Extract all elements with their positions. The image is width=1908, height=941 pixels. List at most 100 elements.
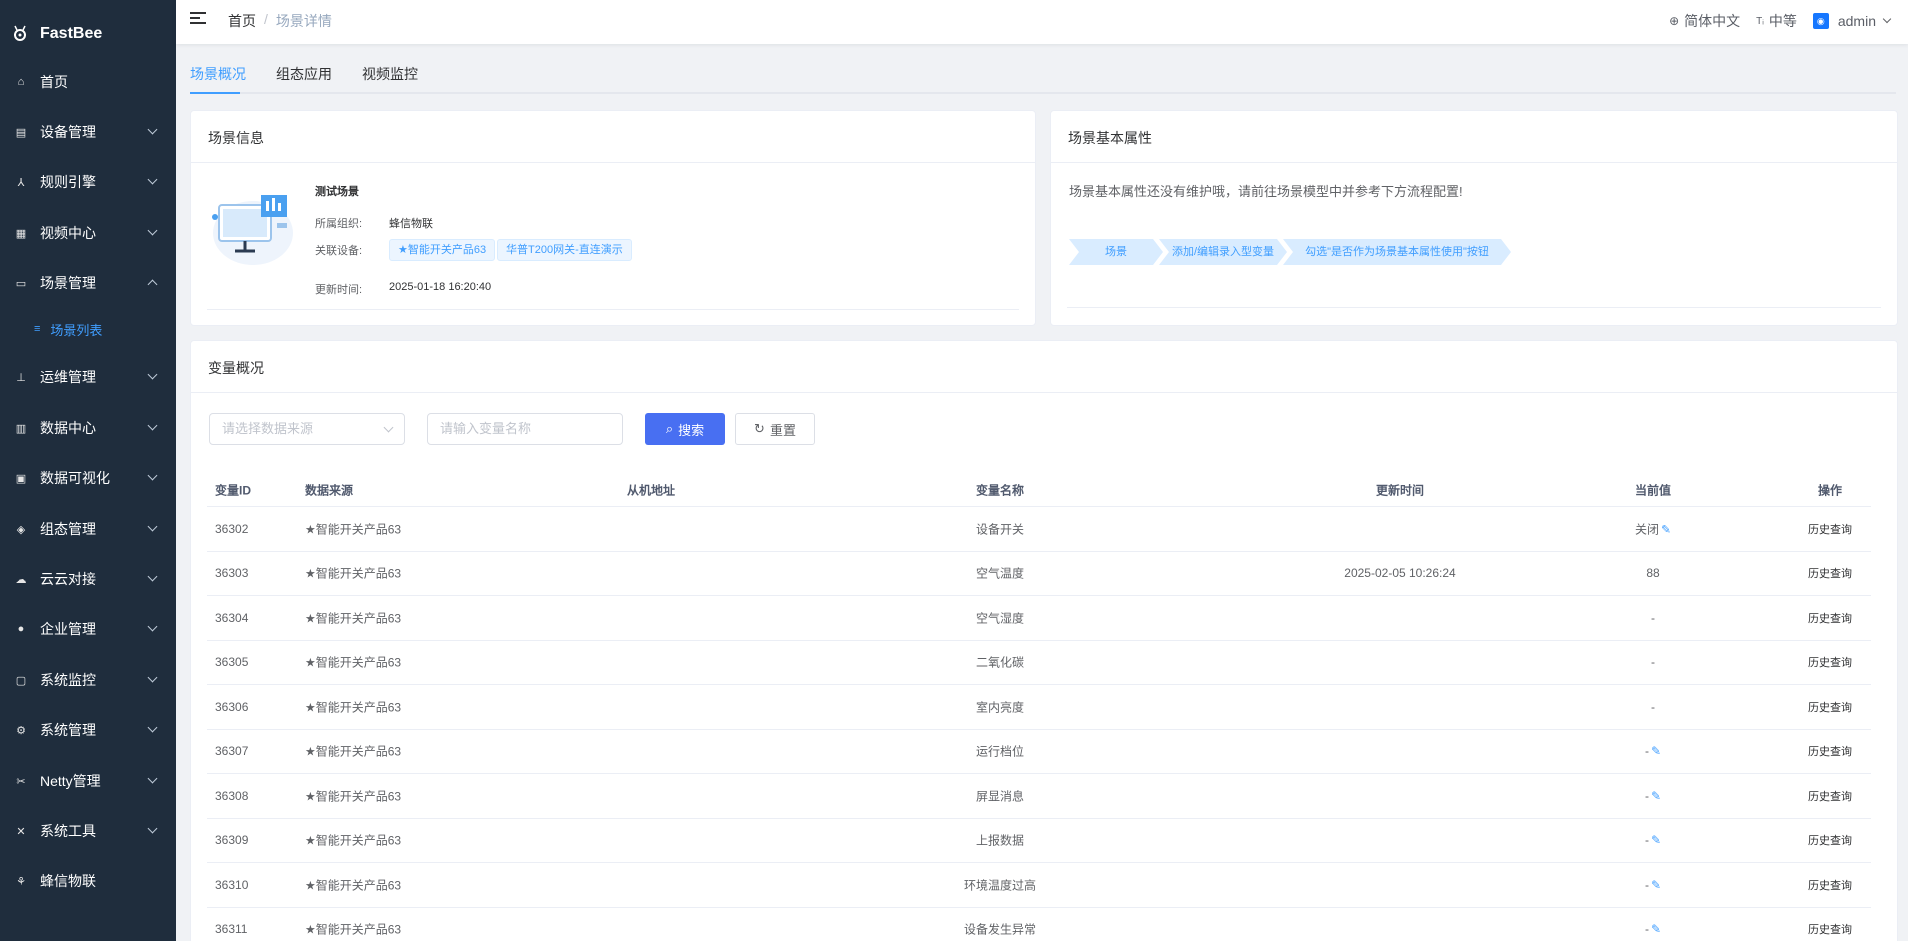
cell-source: ★智能开关产品63 (305, 522, 402, 537)
cell-id: 36309 (215, 833, 249, 848)
breadcrumb-home[interactable]: 首页 (228, 11, 256, 31)
chevron-down-icon (1882, 14, 1892, 24)
current-value: - (1644, 877, 1649, 892)
search-label: 搜索 (678, 422, 705, 438)
history-query-link[interactable]: 历史查询 (1808, 743, 1852, 759)
cell-source: ★智能开关产品63 (305, 833, 402, 848)
variable-name-input[interactable]: 请输入变量名称 (427, 413, 623, 445)
chevron-down-icon (147, 571, 158, 582)
user-dropdown[interactable]: ◉ admin (1812, 13, 1892, 29)
sidebar-item[interactable]: ⚙ 系统管理 (0, 712, 176, 748)
tab-video[interactable]: 视频监控 (362, 64, 418, 84)
sidebar: FastBee ⌂ 首页 ▤ 设备管理 ⅄ 规则引擎 ▦ 视频中心 ▭ 场景管理 ⊥ 运维管理 ▥ 数据中… (0, 0, 176, 941)
sidebar-item[interactable]: ⚘ 蜂信物联 (0, 863, 176, 899)
chevron-down-icon (147, 369, 158, 380)
size-select[interactable]: Tᵢ 中等 (1756, 11, 1797, 31)
source-select[interactable]: 请选择数据来源 (209, 413, 405, 445)
edit-icon[interactable]: ✎ (1651, 922, 1661, 936)
table-row: 36302 ★智能开关产品63 设备开关 关闭 ✎ 历史查询 (207, 507, 1871, 552)
edit-icon[interactable]: ✎ (1661, 522, 1671, 536)
sidebar-item[interactable]: ⅄ 规则引擎 (0, 164, 176, 200)
history-query-link[interactable]: 历史查询 (1808, 699, 1852, 715)
sidebar-item[interactable]: ▢ 系统监控 (0, 662, 176, 698)
sidebar-item[interactable]: ☁ 云云对接 (0, 561, 176, 597)
bee-icon: ⚘ (16, 875, 26, 888)
scene-attrs-message: 场景基本属性还没有维护哦，请前往场景模型中并参考下方流程配置! (1069, 184, 1463, 199)
sidebar-item[interactable]: ✕ 系统工具 (0, 813, 176, 849)
edit-icon[interactable]: ✎ (1651, 789, 1661, 803)
cell-source: ★智能开关产品63 (305, 611, 402, 626)
history-query-link[interactable]: 历史查询 (1808, 832, 1852, 848)
tools-icon: ✕ (16, 825, 26, 838)
chevron-down-icon (147, 470, 158, 481)
sidebar-item[interactable]: ▦ 视频中心 (0, 215, 176, 251)
current-value: - (1644, 833, 1649, 848)
table-row: 36303 ★智能开关产品63 空气温度 2025-02-05 10:26:24 88 历… (207, 552, 1871, 596)
cell-id: 36303 (215, 566, 249, 581)
chevron-down-icon (147, 722, 158, 733)
device-tag[interactable]: 华普T200网关-直连演示 (497, 239, 632, 261)
history-query-link[interactable]: 历史查询 (1808, 565, 1852, 581)
sidebar-item[interactable]: ◈ 组态管理 (0, 511, 176, 547)
edit-icon[interactable]: ✎ (1651, 833, 1661, 847)
sidebar-item[interactable]: ▤ 设备管理 (0, 114, 176, 150)
table-row: 36310 ★智能开关产品63 环境温度过高 - ✎ 历史查询 (207, 863, 1871, 908)
avatar: ◉ (1812, 13, 1829, 29)
sidebar-item[interactable]: ⊥ 运维管理 (0, 359, 176, 395)
table-row: 36306 ★智能开关产品63 室内亮度 - 历史查询 (207, 685, 1871, 730)
tab-overview[interactable]: 场景概况 (190, 64, 246, 84)
cell-time: 2025-02-05 10:26:24 (1344, 566, 1456, 581)
username: admin (1837, 13, 1876, 29)
list-icon: ≡ (34, 323, 41, 335)
cell-source: ★智能开关产品63 (305, 789, 402, 804)
table-header: 变量ID 数据来源 从机地址 变量名称 更新时间 当前值 操作 (207, 473, 1871, 507)
chevron-down-icon (147, 621, 158, 632)
sidebar-item[interactable]: ▥ 数据中心 (0, 410, 176, 446)
font-size-icon: Tᵢ (1756, 15, 1764, 27)
visual-icon: ▣ (15, 472, 27, 485)
chevron-down-icon (383, 422, 394, 433)
search-button[interactable]: ⌕ 搜索 (645, 413, 725, 445)
cell-id: 36311 (215, 922, 248, 937)
tab-active-indicator (190, 92, 240, 94)
home-icon: ⌂ (17, 76, 25, 88)
sidebar-subitem-scene-list[interactable]: ≡ 场景列表 (0, 311, 176, 347)
sidebar-item[interactable]: ▣ 数据可视化 (0, 460, 176, 496)
system-icon: ⚙ (16, 724, 26, 737)
device-tag[interactable]: ★智能开关产品63 (389, 239, 496, 261)
sidebar-item-label: 规则引擎 (40, 174, 96, 190)
history-query-link[interactable]: 历史查询 (1808, 921, 1852, 937)
table-row: 36308 ★智能开关产品63 屏显消息 - ✎ 历史查询 (207, 774, 1871, 819)
sidebar-item-label: 场景管理 (40, 275, 96, 291)
sidebar-item-label: Netty管理 (40, 773, 101, 789)
scene-info-title: 场景信息 (191, 111, 1035, 163)
logo[interactable]: FastBee (0, 0, 176, 68)
history-query-link[interactable]: 历史查询 (1808, 788, 1852, 804)
history-query-link[interactable]: 历史查询 (1808, 521, 1852, 537)
reset-button[interactable]: ↻ 重置 (735, 413, 815, 445)
cloud-icon: ☁ (15, 573, 27, 586)
sidebar-item-label: 数据中心 (40, 420, 96, 436)
data-icon: ▥ (15, 422, 27, 435)
table-row: 36305 ★智能开关产品63 二氧化碳 - 历史查询 (207, 641, 1871, 685)
rule-icon: ⅄ (17, 176, 25, 189)
column-header: 更新时间 (1375, 483, 1425, 497)
sidebar-item[interactable]: ✂ Netty管理 (0, 763, 176, 799)
sidebar-item-label: 视频中心 (40, 225, 96, 241)
tab-config-app[interactable]: 组态应用 (276, 64, 332, 84)
org-value: 蜂信物联 (389, 218, 433, 230)
edit-icon[interactable]: ✎ (1651, 878, 1661, 892)
time-value: 2025-01-18 16:20:40 (389, 281, 492, 293)
hamburger-icon[interactable] (190, 12, 206, 26)
sidebar-item[interactable]: ● 企业管理 (0, 611, 176, 647)
history-query-link[interactable]: 历史查询 (1808, 654, 1852, 670)
sidebar-item[interactable]: ▭ 场景管理 (0, 265, 176, 301)
current-value: - (1651, 655, 1655, 670)
language-select[interactable]: ⊕ 简体中文 (1669, 11, 1740, 31)
column-header: 当前值 (1634, 483, 1672, 497)
history-query-link[interactable]: 历史查询 (1808, 877, 1852, 893)
sidebar-item[interactable]: ⌂ 首页 (0, 64, 176, 100)
edit-icon[interactable]: ✎ (1651, 744, 1661, 758)
table-row: 36311 ★智能开关产品63 设备发生异常 - ✎ 历史查询 (207, 908, 1871, 941)
history-query-link[interactable]: 历史查询 (1808, 610, 1852, 626)
